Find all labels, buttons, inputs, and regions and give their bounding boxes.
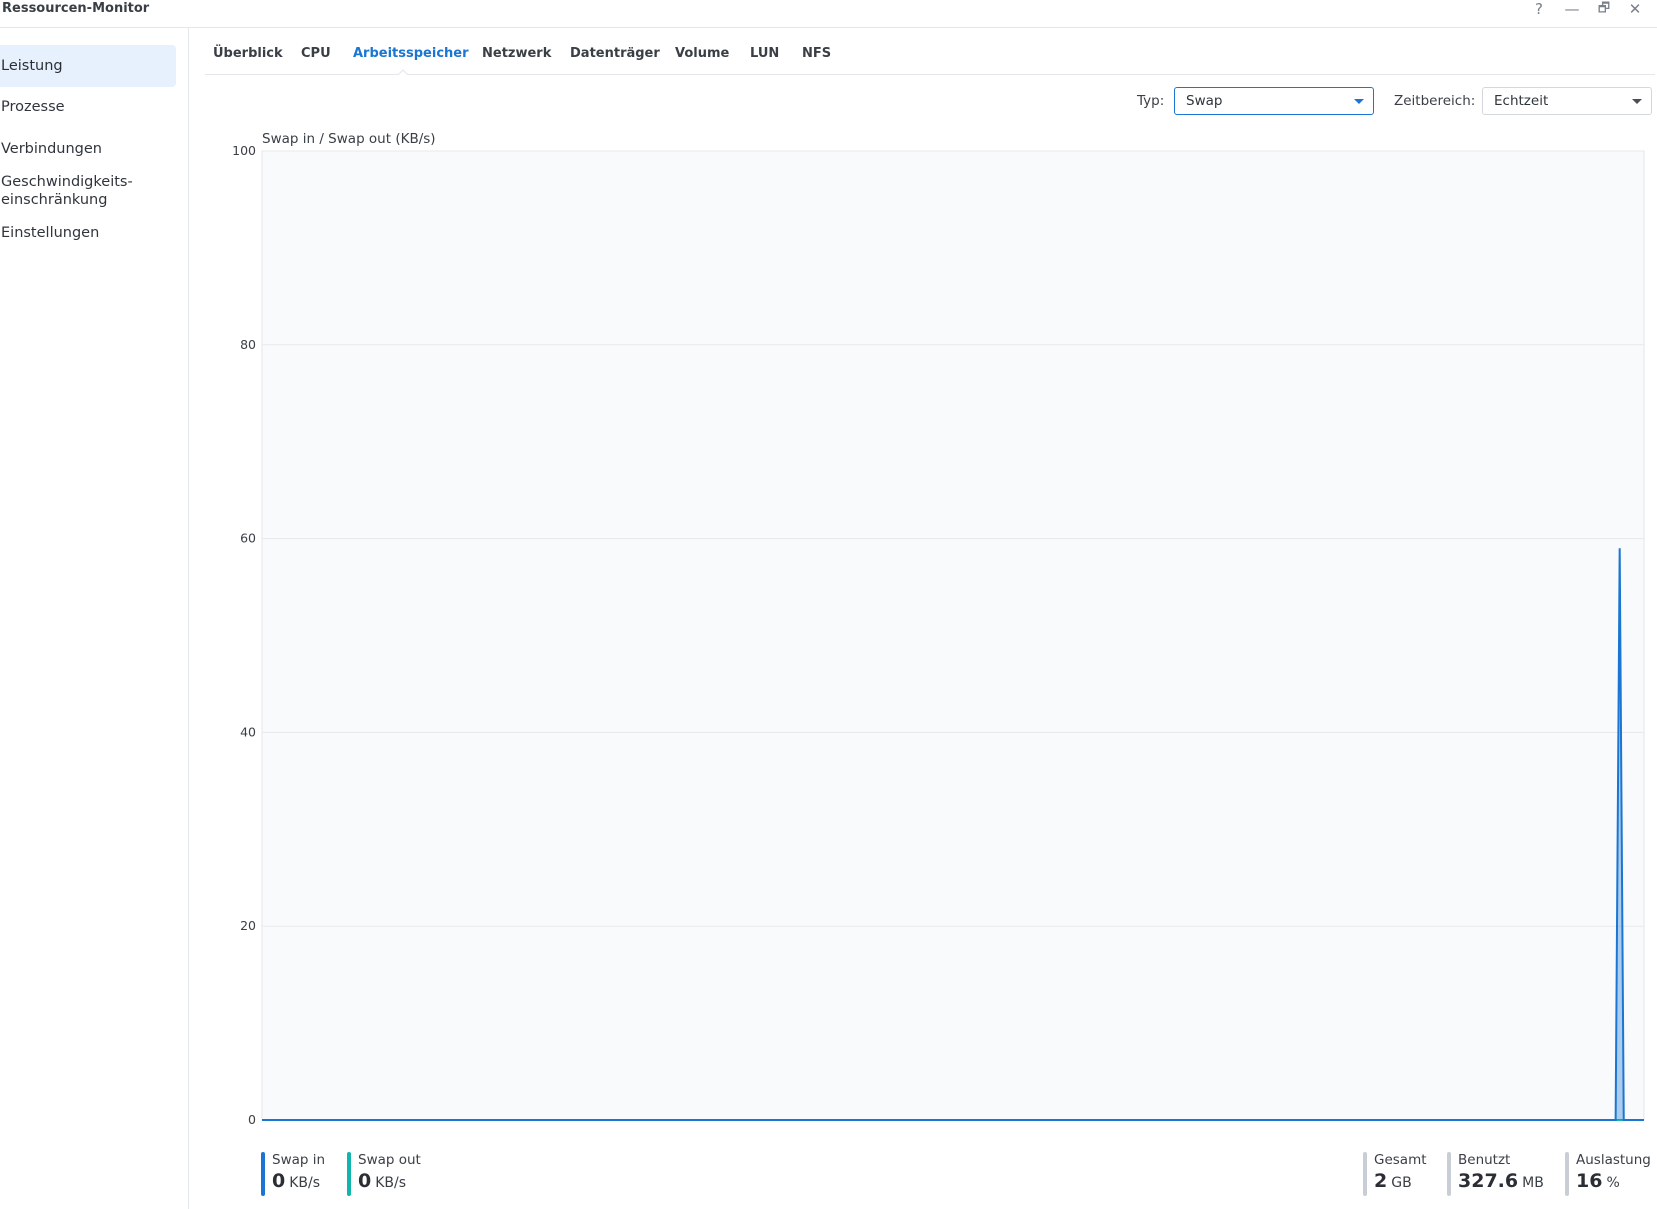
stat-usage: Auslastung 16% <box>1565 1152 1651 1196</box>
chevron-down-icon <box>1354 99 1364 104</box>
swap-out-value: 0 <box>358 1170 372 1192</box>
range-select-value: Echtzeit <box>1494 93 1549 109</box>
swap-in-color-bar <box>261 1152 265 1196</box>
swap-out-unit: KB/s <box>375 1175 407 1191</box>
type-select[interactable]: Swap <box>1174 87 1374 115</box>
y-tick-label: 40 <box>240 724 256 739</box>
sidebar-item-geschwindigkeitseinschraenkung[interactable]: Geschwindigkeits- einschränkung <box>0 173 176 209</box>
stat-total-value: 2 <box>1374 1170 1388 1192</box>
swap-out-color-bar <box>347 1152 351 1196</box>
stat-used-value: 327.6 <box>1458 1170 1519 1192</box>
tab-bar: Überblick CPU Arbeitsspeicher Netzwerk D… <box>205 28 1655 75</box>
swap-out-label: Swap out <box>358 1152 421 1168</box>
legend-swap-out: Swap out 0 KB/s <box>347 1152 421 1196</box>
y-tick-label: 60 <box>240 531 256 546</box>
stat-usage-label: Auslastung <box>1576 1152 1651 1168</box>
sidebar-item-verbindungen[interactable]: Verbindungen <box>0 140 176 158</box>
tab-ueberblick[interactable]: Überblick <box>213 46 283 61</box>
app-title: Ressourcen-Monitor <box>2 1 150 16</box>
y-tick-label: 100 <box>232 143 256 158</box>
tab-arbeitsspeicher[interactable]: Arbeitsspeicher <box>353 46 469 61</box>
range-label: Zeitbereich: <box>1394 93 1476 109</box>
stat-total-label: Gesamt <box>1374 1152 1427 1168</box>
swap-chart: 0 20 40 60 80 100 <box>232 143 1645 1127</box>
tab-lun[interactable]: LUN <box>750 46 779 61</box>
tab-volume[interactable]: Volume <box>675 46 729 61</box>
restore-icon[interactable]: 🗗 <box>1592 0 1616 20</box>
chevron-down-icon <box>1632 99 1642 104</box>
tab-cpu[interactable]: CPU <box>301 46 331 61</box>
swap-in-value: 0 <box>272 1170 286 1192</box>
y-tick-label: 80 <box>240 337 256 352</box>
minimize-icon[interactable]: — <box>1560 0 1584 20</box>
stat-total-unit: GB <box>1391 1175 1412 1191</box>
stat-used-label: Benutzt <box>1458 1152 1511 1168</box>
tab-nfs[interactable]: NFS <box>802 46 831 61</box>
swap-in-unit: KB/s <box>289 1175 321 1191</box>
close-icon[interactable]: ✕ <box>1623 0 1647 20</box>
help-icon[interactable]: ? <box>1527 0 1551 20</box>
title-bar: Ressourcen-Monitor ? — 🗗 ✕ <box>0 0 1657 28</box>
stat-usage-value: 16 <box>1576 1170 1603 1192</box>
stat-total: Gesamt 2 GB <box>1363 1152 1427 1196</box>
active-tab-indicator <box>398 69 408 75</box>
y-tick-label: 20 <box>240 918 256 933</box>
swap-in-label: Swap in <box>272 1152 326 1168</box>
sidebar-item-einstellungen[interactable]: Einstellungen <box>0 224 176 242</box>
stat-usage-unit: % <box>1606 1175 1620 1191</box>
sidebar-item-leistung[interactable]: Leistung <box>0 45 176 87</box>
type-label: Typ: <box>1137 93 1165 109</box>
tab-datentraeger[interactable]: Datenträger <box>570 46 660 61</box>
range-select[interactable]: Echtzeit <box>1482 87 1652 115</box>
tab-netzwerk[interactable]: Netzwerk <box>482 46 551 61</box>
type-select-value: Swap <box>1186 93 1223 109</box>
sidebar: Leistung Prozesse Verbindungen Geschwind… <box>0 28 189 1209</box>
y-tick-label: 0 <box>248 1112 256 1127</box>
plot-area <box>261 150 1645 1121</box>
stat-used: Benutzt 327.6 MB <box>1447 1152 1544 1196</box>
legend-swap-in: Swap in 0 KB/s <box>261 1152 325 1196</box>
sidebar-item-prozesse[interactable]: Prozesse <box>0 98 176 116</box>
stat-used-unit: MB <box>1522 1175 1544 1191</box>
